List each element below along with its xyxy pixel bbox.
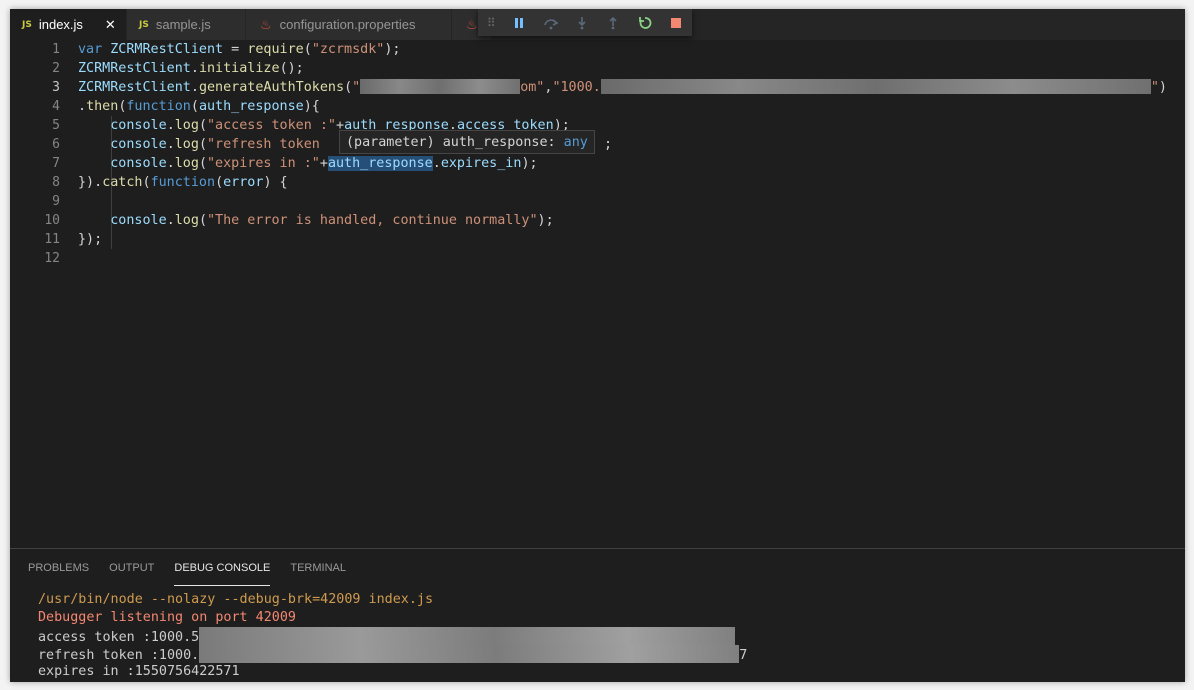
restart-icon <box>638 16 652 29</box>
step-out-icon <box>609 16 618 29</box>
close-icon[interactable]: ✕ <box>105 17 116 33</box>
line-number: 8 <box>52 175 60 190</box>
line-number: 2 <box>52 61 60 76</box>
line-number: 4 <box>52 99 60 114</box>
stop-button[interactable] <box>661 9 692 36</box>
bottom-panel: PROBLEMS OUTPUT DEBUG CONSOLE TERMINAL /… <box>10 548 1185 682</box>
code-line-10: console.log("The error is handled, conti… <box>110 213 554 228</box>
java-icon: ♨ <box>466 16 478 32</box>
line-number: 9 <box>52 194 60 209</box>
code-line-11: }); <box>78 232 103 247</box>
code-lines: var ZCRMRestClient = require("zcrmsdk");… <box>78 40 1167 268</box>
debug-console-output[interactable]: /usr/bin/node --nolazy --debug-brk=42009… <box>38 591 747 681</box>
line-number: 12 <box>44 251 60 266</box>
code-trailing-semicolon: ; <box>604 137 613 152</box>
code-line-3: ZCRMRestClient.generateAuthTokens(" om","… <box>78 79 1167 95</box>
tab-configuration-properties[interactable]: ♨ configuration.properties <box>246 9 452 40</box>
tab-problems[interactable]: PROBLEMS <box>28 561 89 585</box>
pause-icon <box>515 17 524 28</box>
tab-terminal[interactable]: TERMINAL <box>290 561 346 585</box>
step-into-icon <box>578 16 586 29</box>
console-line: expires in :1550756422571 <box>38 664 240 679</box>
tab-label: index.js <box>38 17 83 32</box>
hover-tooltip: (parameter) auth_response: any <box>339 130 595 154</box>
line-number: 1 <box>52 42 60 57</box>
line-number: 7 <box>52 156 60 171</box>
console-line: Debugger listening on port 42009 <box>38 610 296 625</box>
line-number: 11 <box>44 232 60 247</box>
line-number-current: 3 <box>52 80 60 95</box>
step-into-button[interactable] <box>566 9 597 36</box>
drag-handle-icon[interactable]: ⠿ <box>478 16 504 30</box>
step-over-button[interactable] <box>535 9 566 36</box>
code-line-4: .then(function(auth_response){ <box>78 99 320 114</box>
redacted-blur <box>360 79 521 94</box>
redacted-blur <box>600 79 1151 94</box>
code-line-5: console.log("access token :"+auth_respon… <box>110 118 570 133</box>
java-icon: ♨ <box>260 16 272 32</box>
code-line-6: console.log("refresh token <box>110 137 320 152</box>
redacted-blur <box>199 627 736 645</box>
js-file-icon: JS <box>22 19 32 30</box>
vscode-window: JS index.js ✕ JS sample.js ♨ configurati… <box>10 9 1185 682</box>
stop-icon <box>671 17 682 28</box>
tab-debug-console[interactable]: DEBUG CONSOLE <box>174 561 271 586</box>
pause-button[interactable] <box>504 9 535 36</box>
line-number-gutter: 1 2 3 4 5 6 7 8 9 10 11 12 <box>10 40 60 268</box>
line-number: 5 <box>52 118 60 133</box>
js-file-icon: JS <box>139 19 149 30</box>
panel-tabs: PROBLEMS OUTPUT DEBUG CONSOLE TERMINAL <box>28 561 366 587</box>
tab-index-js[interactable]: JS index.js ✕ <box>10 9 127 40</box>
restart-button[interactable] <box>629 9 660 36</box>
code-line-8: }).catch(function(error) { <box>78 175 288 190</box>
code-line-7: console.log("expires in :"+auth_response… <box>110 156 538 171</box>
redacted-blur <box>199 645 740 663</box>
code-editor[interactable]: 1 2 3 4 5 6 7 8 9 10 11 12 var ZCRMRestC… <box>10 40 1185 548</box>
step-out-button[interactable] <box>598 9 629 36</box>
code-line-1: var ZCRMRestClient = require("zcrmsdk"); <box>78 42 401 57</box>
step-over-icon <box>543 18 559 29</box>
debug-toolbar: ⠿ <box>478 9 692 36</box>
tab-label: configuration.properties <box>279 17 416 32</box>
console-line: /usr/bin/node --nolazy --debug-brk=42009… <box>38 592 434 607</box>
line-number: 6 <box>52 137 60 152</box>
console-line: refresh token :1000. 7 <box>38 645 747 663</box>
console-line: access token :1000.5 <box>38 627 747 645</box>
line-number: 10 <box>44 213 60 228</box>
tab-sample-js[interactable]: JS sample.js <box>127 9 246 40</box>
tab-label: sample.js <box>155 17 211 32</box>
tab-output[interactable]: OUTPUT <box>109 561 154 585</box>
code-line-2: ZCRMRestClient.initialize(); <box>78 61 304 76</box>
